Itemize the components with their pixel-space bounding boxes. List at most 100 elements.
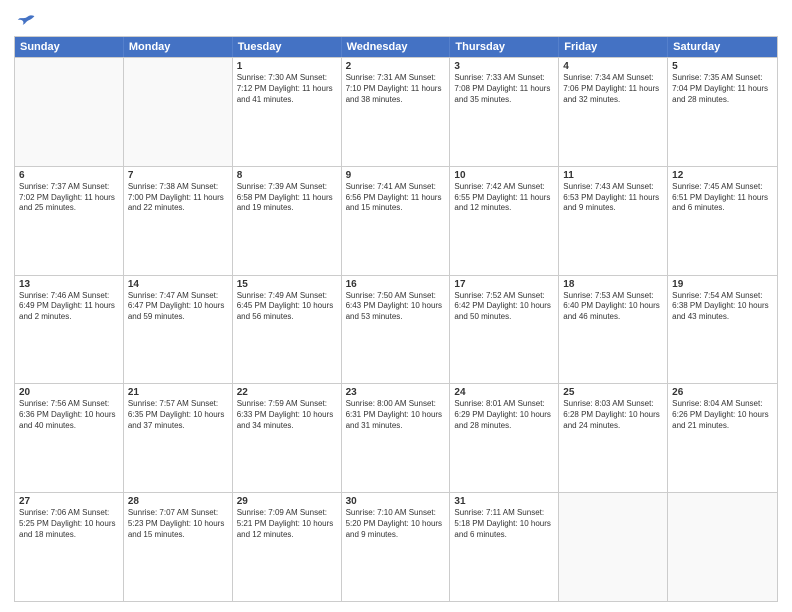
calendar-day-21: 21Sunrise: 7:57 AM Sunset: 6:35 PM Dayli… <box>124 384 233 492</box>
calendar-week-1: 1Sunrise: 7:30 AM Sunset: 7:12 PM Daylig… <box>15 57 777 166</box>
calendar-day-16: 16Sunrise: 7:50 AM Sunset: 6:43 PM Dayli… <box>342 276 451 384</box>
calendar-day-13: 13Sunrise: 7:46 AM Sunset: 6:49 PM Dayli… <box>15 276 124 384</box>
day-number: 24 <box>454 387 554 398</box>
day-info: Sunrise: 7:39 AM Sunset: 6:58 PM Dayligh… <box>237 182 337 214</box>
day-info: Sunrise: 7:06 AM Sunset: 5:25 PM Dayligh… <box>19 508 119 540</box>
cal-header-sunday: Sunday <box>15 37 124 57</box>
header <box>14 10 778 30</box>
calendar-day-5: 5Sunrise: 7:35 AM Sunset: 7:04 PM Daylig… <box>668 58 777 166</box>
calendar-day-23: 23Sunrise: 8:00 AM Sunset: 6:31 PM Dayli… <box>342 384 451 492</box>
calendar-week-2: 6Sunrise: 7:37 AM Sunset: 7:02 PM Daylig… <box>15 166 777 275</box>
day-info: Sunrise: 7:54 AM Sunset: 6:38 PM Dayligh… <box>672 291 773 323</box>
day-info: Sunrise: 8:04 AM Sunset: 6:26 PM Dayligh… <box>672 399 773 431</box>
day-info: Sunrise: 7:37 AM Sunset: 7:02 PM Dayligh… <box>19 182 119 214</box>
logo <box>14 10 36 30</box>
day-number: 3 <box>454 61 554 72</box>
day-number: 28 <box>128 496 228 507</box>
day-number: 26 <box>672 387 773 398</box>
calendar-day-empty <box>559 493 668 601</box>
calendar-day-20: 20Sunrise: 7:56 AM Sunset: 6:36 PM Dayli… <box>15 384 124 492</box>
calendar-body: 1Sunrise: 7:30 AM Sunset: 7:12 PM Daylig… <box>15 57 777 601</box>
day-number: 2 <box>346 61 446 72</box>
day-number: 9 <box>346 170 446 181</box>
calendar-day-empty <box>15 58 124 166</box>
day-number: 23 <box>346 387 446 398</box>
day-number: 22 <box>237 387 337 398</box>
calendar-day-4: 4Sunrise: 7:34 AM Sunset: 7:06 PM Daylig… <box>559 58 668 166</box>
day-number: 18 <box>563 279 663 290</box>
calendar-day-12: 12Sunrise: 7:45 AM Sunset: 6:51 PM Dayli… <box>668 167 777 275</box>
calendar-day-26: 26Sunrise: 8:04 AM Sunset: 6:26 PM Dayli… <box>668 384 777 492</box>
calendar-day-11: 11Sunrise: 7:43 AM Sunset: 6:53 PM Dayli… <box>559 167 668 275</box>
calendar-day-31: 31Sunrise: 7:11 AM Sunset: 5:18 PM Dayli… <box>450 493 559 601</box>
day-number: 30 <box>346 496 446 507</box>
calendar-day-30: 30Sunrise: 7:10 AM Sunset: 5:20 PM Dayli… <box>342 493 451 601</box>
day-number: 29 <box>237 496 337 507</box>
day-info: Sunrise: 7:10 AM Sunset: 5:20 PM Dayligh… <box>346 508 446 540</box>
calendar-week-5: 27Sunrise: 7:06 AM Sunset: 5:25 PM Dayli… <box>15 492 777 601</box>
day-info: Sunrise: 7:52 AM Sunset: 6:42 PM Dayligh… <box>454 291 554 323</box>
cal-header-thursday: Thursday <box>450 37 559 57</box>
day-number: 8 <box>237 170 337 181</box>
cal-header-saturday: Saturday <box>668 37 777 57</box>
day-number: 15 <box>237 279 337 290</box>
day-info: Sunrise: 7:38 AM Sunset: 7:00 PM Dayligh… <box>128 182 228 214</box>
day-info: Sunrise: 7:45 AM Sunset: 6:51 PM Dayligh… <box>672 182 773 214</box>
calendar-day-9: 9Sunrise: 7:41 AM Sunset: 6:56 PM Daylig… <box>342 167 451 275</box>
day-info: Sunrise: 7:35 AM Sunset: 7:04 PM Dayligh… <box>672 73 773 105</box>
calendar-week-3: 13Sunrise: 7:46 AM Sunset: 6:49 PM Dayli… <box>15 275 777 384</box>
calendar-day-8: 8Sunrise: 7:39 AM Sunset: 6:58 PM Daylig… <box>233 167 342 275</box>
day-number: 25 <box>563 387 663 398</box>
cal-header-tuesday: Tuesday <box>233 37 342 57</box>
day-info: Sunrise: 7:43 AM Sunset: 6:53 PM Dayligh… <box>563 182 663 214</box>
calendar-week-4: 20Sunrise: 7:56 AM Sunset: 6:36 PM Dayli… <box>15 383 777 492</box>
day-info: Sunrise: 8:03 AM Sunset: 6:28 PM Dayligh… <box>563 399 663 431</box>
day-info: Sunrise: 7:34 AM Sunset: 7:06 PM Dayligh… <box>563 73 663 105</box>
day-info: Sunrise: 8:00 AM Sunset: 6:31 PM Dayligh… <box>346 399 446 431</box>
calendar-header-row: SundayMondayTuesdayWednesdayThursdayFrid… <box>15 37 777 57</box>
day-number: 12 <box>672 170 773 181</box>
calendar-day-27: 27Sunrise: 7:06 AM Sunset: 5:25 PM Dayli… <box>15 493 124 601</box>
calendar-day-3: 3Sunrise: 7:33 AM Sunset: 7:08 PM Daylig… <box>450 58 559 166</box>
calendar-day-1: 1Sunrise: 7:30 AM Sunset: 7:12 PM Daylig… <box>233 58 342 166</box>
day-number: 31 <box>454 496 554 507</box>
day-number: 27 <box>19 496 119 507</box>
calendar: SundayMondayTuesdayWednesdayThursdayFrid… <box>14 36 778 602</box>
day-number: 6 <box>19 170 119 181</box>
day-info: Sunrise: 7:11 AM Sunset: 5:18 PM Dayligh… <box>454 508 554 540</box>
day-number: 1 <box>237 61 337 72</box>
day-info: Sunrise: 7:50 AM Sunset: 6:43 PM Dayligh… <box>346 291 446 323</box>
calendar-day-22: 22Sunrise: 7:59 AM Sunset: 6:33 PM Dayli… <box>233 384 342 492</box>
calendar-day-25: 25Sunrise: 8:03 AM Sunset: 6:28 PM Dayli… <box>559 384 668 492</box>
day-number: 10 <box>454 170 554 181</box>
calendar-day-14: 14Sunrise: 7:47 AM Sunset: 6:47 PM Dayli… <box>124 276 233 384</box>
day-info: Sunrise: 7:47 AM Sunset: 6:47 PM Dayligh… <box>128 291 228 323</box>
day-info: Sunrise: 7:42 AM Sunset: 6:55 PM Dayligh… <box>454 182 554 214</box>
page: SundayMondayTuesdayWednesdayThursdayFrid… <box>0 0 792 612</box>
day-info: Sunrise: 8:01 AM Sunset: 6:29 PM Dayligh… <box>454 399 554 431</box>
calendar-day-28: 28Sunrise: 7:07 AM Sunset: 5:23 PM Dayli… <box>124 493 233 601</box>
calendar-day-29: 29Sunrise: 7:09 AM Sunset: 5:21 PM Dayli… <box>233 493 342 601</box>
calendar-day-empty <box>124 58 233 166</box>
calendar-day-18: 18Sunrise: 7:53 AM Sunset: 6:40 PM Dayli… <box>559 276 668 384</box>
day-info: Sunrise: 7:31 AM Sunset: 7:10 PM Dayligh… <box>346 73 446 105</box>
day-number: 5 <box>672 61 773 72</box>
day-number: 19 <box>672 279 773 290</box>
day-info: Sunrise: 7:41 AM Sunset: 6:56 PM Dayligh… <box>346 182 446 214</box>
day-info: Sunrise: 7:49 AM Sunset: 6:45 PM Dayligh… <box>237 291 337 323</box>
calendar-day-empty <box>668 493 777 601</box>
day-info: Sunrise: 7:09 AM Sunset: 5:21 PM Dayligh… <box>237 508 337 540</box>
day-info: Sunrise: 7:33 AM Sunset: 7:08 PM Dayligh… <box>454 73 554 105</box>
day-number: 21 <box>128 387 228 398</box>
day-info: Sunrise: 7:59 AM Sunset: 6:33 PM Dayligh… <box>237 399 337 431</box>
day-info: Sunrise: 7:07 AM Sunset: 5:23 PM Dayligh… <box>128 508 228 540</box>
day-number: 14 <box>128 279 228 290</box>
cal-header-friday: Friday <box>559 37 668 57</box>
day-info: Sunrise: 7:53 AM Sunset: 6:40 PM Dayligh… <box>563 291 663 323</box>
calendar-day-2: 2Sunrise: 7:31 AM Sunset: 7:10 PM Daylig… <box>342 58 451 166</box>
day-info: Sunrise: 7:57 AM Sunset: 6:35 PM Dayligh… <box>128 399 228 431</box>
day-number: 20 <box>19 387 119 398</box>
cal-header-monday: Monday <box>124 37 233 57</box>
day-number: 16 <box>346 279 446 290</box>
logo-bird-icon <box>16 10 36 30</box>
